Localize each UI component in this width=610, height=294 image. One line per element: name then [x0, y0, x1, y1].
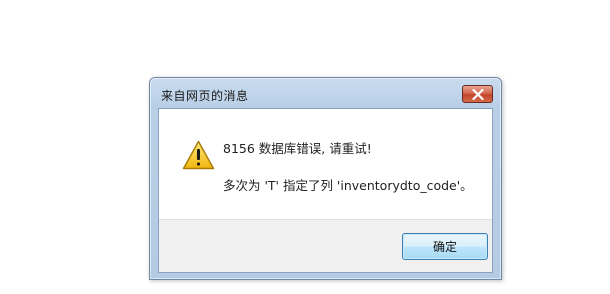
message-area: 8156 数据库错误, 请重试! 多次为 'T' 指定了列 'inventory…	[159, 109, 492, 219]
error-message: 8156 数据库错误, 请重试!	[223, 141, 372, 156]
warning-icon	[182, 140, 215, 170]
dialog-body: 8156 数据库错误, 请重试! 多次为 'T' 指定了列 'inventory…	[158, 108, 493, 273]
dialog-titlebar[interactable]: 来自网页的消息	[150, 78, 501, 108]
dialog-title: 来自网页的消息	[161, 89, 249, 103]
close-button[interactable]	[462, 85, 493, 103]
close-x-icon	[471, 88, 484, 100]
button-area: 确定	[159, 219, 492, 272]
ok-button[interactable]: 确定	[402, 233, 488, 260]
error-detail: 多次为 'T' 指定了列 'inventorydto_code'。	[223, 178, 473, 193]
message-dialog: 来自网页的消息 8156 数据库错误, 请重试! 多次为 'T' 指定了列 'i…	[149, 77, 502, 280]
